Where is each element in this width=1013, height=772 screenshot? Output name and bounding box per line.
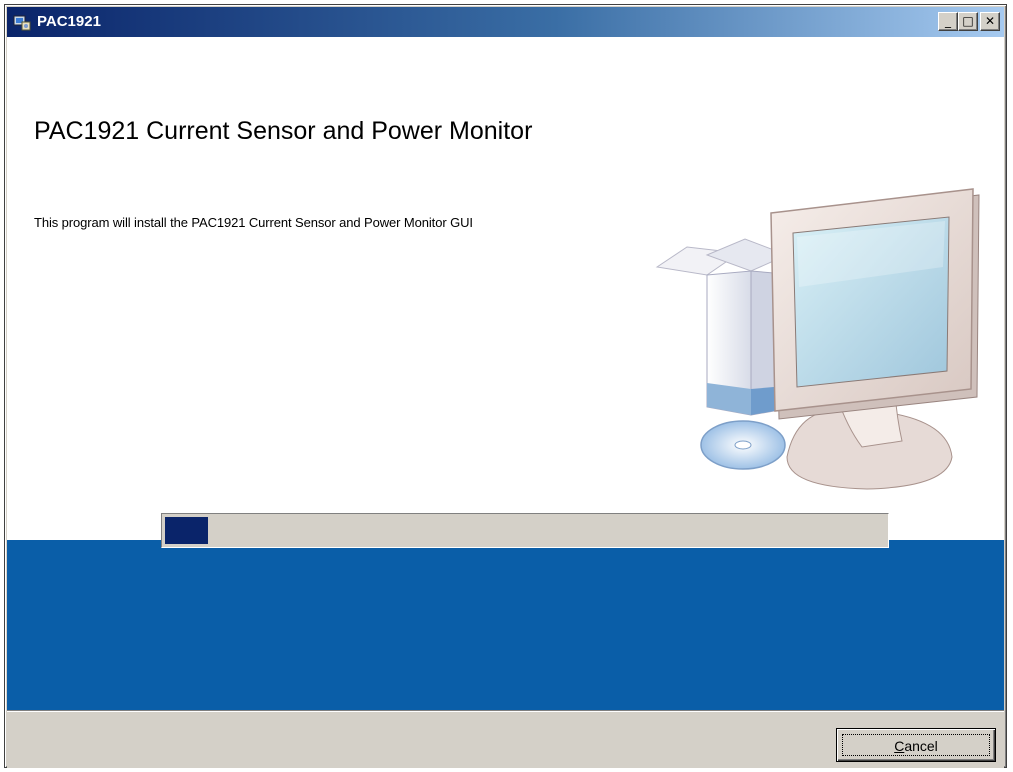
title-bar[interactable]: PAC1921 _ □ ✕ [7, 7, 1004, 37]
installer-window: PAC1921 _ □ ✕ PAC1921 Current Sensor and… [4, 4, 1007, 768]
maximize-button[interactable]: □ [958, 12, 978, 31]
close-button[interactable]: ✕ [980, 12, 1000, 31]
cancel-label-rest: ancel [904, 738, 938, 754]
cancel-button[interactable]: Cancel [836, 728, 996, 762]
banner-band [7, 540, 1004, 710]
progress-bar [161, 513, 889, 548]
minimize-button[interactable]: _ [938, 12, 958, 31]
installer-content: PAC1921 Current Sensor and Power Monitor… [7, 37, 1004, 540]
installer-app-icon [13, 15, 31, 31]
install-description: This program will install the PAC1921 Cu… [34, 215, 473, 230]
button-bar: Cancel [7, 710, 1004, 768]
page-title: PAC1921 Current Sensor and Power Monitor [34, 117, 533, 145]
computer-setup-illustration [655, 188, 980, 490]
window-title: PAC1921 [37, 13, 101, 30]
cancel-label: Cancel [842, 734, 990, 756]
cancel-mnemonic: C [894, 738, 905, 754]
progress-fill [165, 517, 208, 544]
